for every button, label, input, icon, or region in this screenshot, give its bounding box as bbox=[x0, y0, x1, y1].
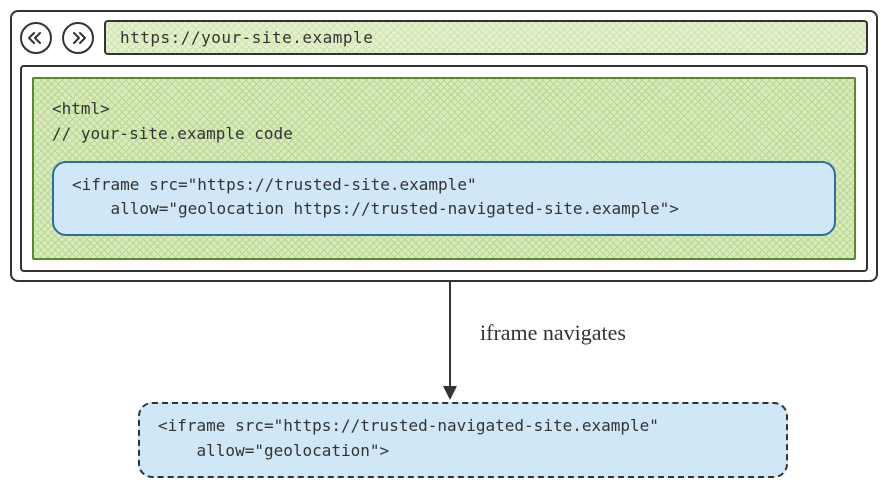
navigate-arrow-label: iframe navigates bbox=[480, 320, 626, 346]
iframe-initial-line2: allow="geolocation https://trusted-navig… bbox=[72, 197, 816, 222]
address-bar-text: https://your-site.example bbox=[120, 28, 373, 47]
parent-page: <html> // your-site.example code <iframe… bbox=[32, 77, 856, 260]
browser-chrome-bar: https://your-site.example bbox=[20, 20, 868, 55]
iframe-navigated-line1: <iframe src="https://trusted-navigated-s… bbox=[158, 414, 768, 439]
below-area: iframe navigates <iframe src="https://tr… bbox=[10, 282, 878, 492]
back-icon bbox=[28, 31, 44, 45]
code-line-html: <html> bbox=[52, 97, 836, 122]
back-button[interactable] bbox=[20, 22, 52, 54]
forward-icon bbox=[70, 31, 86, 45]
forward-button[interactable] bbox=[62, 22, 94, 54]
code-line-comment: // your-site.example code bbox=[52, 122, 836, 147]
iframe-initial-line1: <iframe src="https://trusted-site.exampl… bbox=[72, 173, 816, 198]
iframe-navigated-line2: allow="geolocation"> bbox=[158, 439, 768, 464]
iframe-navigated: <iframe src="https://trusted-navigated-s… bbox=[138, 402, 788, 478]
navigate-arrow bbox=[430, 282, 470, 402]
iframe-initial: <iframe src="https://trusted-site.exampl… bbox=[52, 161, 836, 237]
browser-window: https://your-site.example <html> // your… bbox=[10, 10, 878, 282]
address-bar[interactable]: https://your-site.example bbox=[104, 20, 868, 55]
browser-viewport: <html> // your-site.example code <iframe… bbox=[20, 65, 868, 272]
